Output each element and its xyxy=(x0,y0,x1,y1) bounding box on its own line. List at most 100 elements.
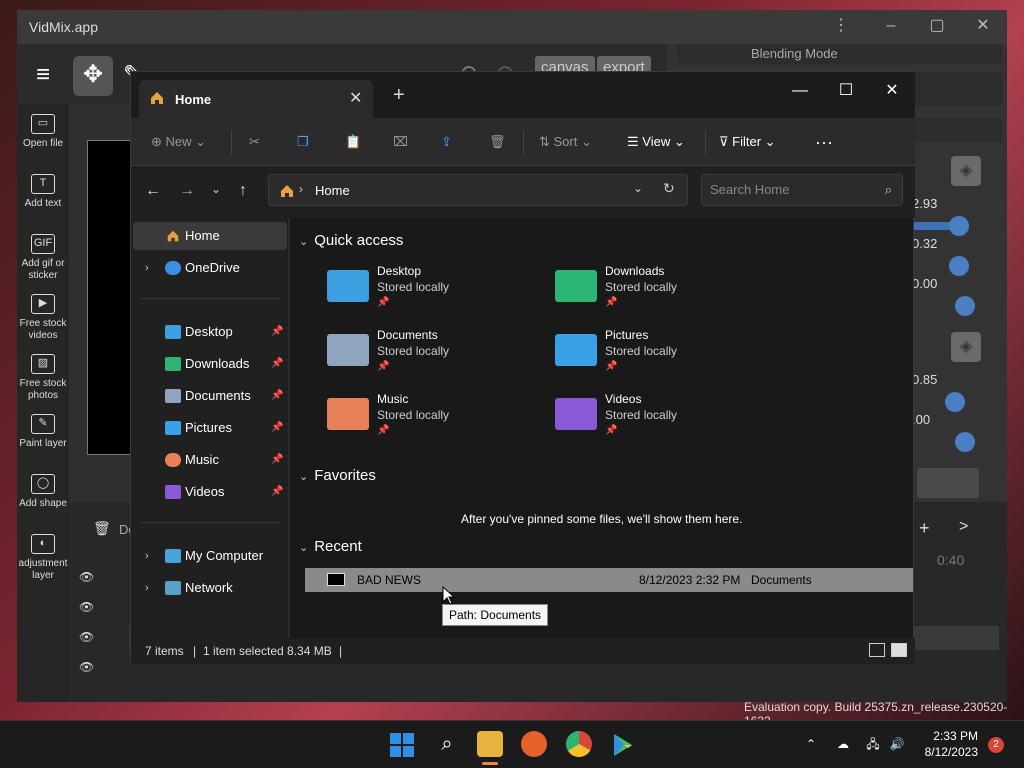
address-bar[interactable]: › Home ⌄ ↻ xyxy=(268,174,688,206)
section-favorites[interactable]: ⌄ Favorites xyxy=(299,467,376,484)
quick-access-pictures[interactable]: Pictures Stored locally 📌 xyxy=(555,328,765,388)
nav-item-desktop[interactable]: Desktop 📌 xyxy=(133,318,287,346)
section-recent[interactable]: ⌄ Recent xyxy=(299,538,362,555)
pin-icon[interactable]: 📌 xyxy=(271,446,283,474)
nav-item-downloads[interactable]: Downloads 📌 xyxy=(133,350,287,378)
maximize-icon[interactable]: ▢ xyxy=(927,16,947,36)
expand-icon[interactable]: › xyxy=(145,574,149,602)
new-button[interactable]: ⊕ New ⌄ xyxy=(151,130,206,154)
pin-icon[interactable]: 📌 xyxy=(271,318,283,346)
paste-icon[interactable]: 📋 xyxy=(345,130,361,154)
minimize-icon[interactable]: — xyxy=(777,76,823,106)
more-options-icon[interactable]: ⋮ xyxy=(831,16,851,36)
maximize-icon[interactable]: ☐ xyxy=(823,76,869,106)
share-icon[interactable]: ⇪ xyxy=(441,130,452,154)
close-icon[interactable]: ✕ xyxy=(869,76,915,106)
new-tab-icon[interactable]: + xyxy=(393,84,405,107)
quick-access-videos[interactable]: Videos Stored locally 📌 xyxy=(555,392,765,452)
nav-item-network[interactable]: › Network xyxy=(133,574,287,602)
clock-time[interactable]: 2:33 PM xyxy=(928,729,978,743)
add-text-button[interactable]: T Add text xyxy=(17,174,69,210)
cut-icon[interactable]: ✂ xyxy=(249,130,260,154)
adjustment-layer-button[interactable]: ◐ adjustment layer xyxy=(17,534,69,582)
volume-icon[interactable]: 🔊 xyxy=(884,731,910,757)
collapse-icon[interactable]: ⌄ xyxy=(299,471,308,483)
back-icon[interactable]: ← xyxy=(145,182,161,200)
chrome-icon[interactable] xyxy=(566,731,592,757)
quick-access-desktop[interactable]: Desktop Stored locally 📌 xyxy=(327,264,537,324)
next-icon[interactable]: > xyxy=(959,518,968,536)
address-dropdown-icon[interactable]: ⌄ xyxy=(633,181,643,195)
forward-icon[interactable]: → xyxy=(179,182,195,200)
pin-icon[interactable]: 📌 xyxy=(271,350,283,378)
recent-file-row[interactable]: BAD NEWS 8/12/2023 2:32 PM Documents xyxy=(305,568,913,592)
copy-icon[interactable]: ❐ xyxy=(297,130,309,154)
google-play-icon[interactable] xyxy=(610,732,636,758)
slider-knob[interactable] xyxy=(949,256,969,276)
up-icon[interactable]: ↑ xyxy=(239,182,247,200)
quick-access-music[interactable]: Music Stored locally 📌 xyxy=(327,392,537,452)
pin-icon[interactable]: 📌 xyxy=(271,382,283,410)
start-icon[interactable] xyxy=(389,732,415,758)
search-icon[interactable]: ⌕ xyxy=(434,731,460,757)
close-tab-icon[interactable]: ✕ xyxy=(349,88,362,108)
panel-button[interactable] xyxy=(917,468,979,498)
delete-icon[interactable]: 🗑 xyxy=(489,130,506,154)
collapse-icon[interactable]: ⌄ xyxy=(299,236,308,248)
slider-knob[interactable] xyxy=(949,216,969,236)
details-view-icon[interactable] xyxy=(869,643,885,657)
tray-overflow-icon[interactable]: ⌃ xyxy=(798,731,824,757)
trash-icon[interactable]: 🗑 xyxy=(93,520,111,537)
keyframe-icon[interactable]: ◈ xyxy=(951,156,981,186)
blending-mode-row[interactable]: Blending Mode xyxy=(677,44,1002,64)
minimize-icon[interactable]: – xyxy=(881,16,901,36)
quick-access-downloads[interactable]: Downloads Stored locally 📌 xyxy=(555,264,765,324)
eye-icon[interactable]: 👁 xyxy=(79,570,94,584)
expand-icon[interactable]: › xyxy=(145,542,149,570)
nav-item-pictures[interactable]: Pictures 📌 xyxy=(133,414,287,442)
onedrive-tray-icon[interactable]: ☁ xyxy=(830,731,856,757)
file-explorer-icon[interactable] xyxy=(477,731,503,757)
open-file-button[interactable]: ▭ Open file xyxy=(17,114,69,150)
tab-home[interactable]: Home ✕ xyxy=(139,80,373,118)
nav-item-music[interactable]: Music 📌 xyxy=(133,446,287,474)
move-tool-icon[interactable]: ✥ xyxy=(73,56,113,96)
search-input[interactable]: Search Home ⌕ xyxy=(701,174,903,206)
stock-photos-button[interactable]: ▨ Free stock photos xyxy=(17,354,69,402)
slider-knob[interactable] xyxy=(945,392,965,412)
add-gif-button[interactable]: GIF Add gif or sticker xyxy=(17,234,69,282)
nav-item-my-computer[interactable]: › My Computer xyxy=(133,542,287,570)
sort-button[interactable]: ⇅ Sort ⌄ xyxy=(539,130,592,154)
stock-videos-button[interactable]: ▶ Free stock videos xyxy=(17,294,69,342)
pin-icon[interactable]: 📌 xyxy=(271,414,283,442)
firefox-icon[interactable] xyxy=(521,731,547,757)
eye-icon[interactable]: 👁 xyxy=(79,660,94,674)
section-quick-access[interactable]: ⌄ Quick access xyxy=(299,232,403,249)
eye-icon[interactable]: 👁 xyxy=(79,630,94,644)
more-options-icon[interactable]: ··· xyxy=(815,130,833,154)
refresh-icon[interactable]: ↻ xyxy=(663,180,675,197)
nav-item-onedrive[interactable]: › OneDrive xyxy=(133,254,287,282)
expand-icon[interactable]: › xyxy=(145,254,149,282)
recent-locations-icon[interactable]: ⌄ xyxy=(211,182,221,196)
slider-knob[interactable] xyxy=(955,432,975,452)
menu-icon[interactable]: ≡ xyxy=(23,56,63,96)
nav-item-videos[interactable]: Videos 📌 xyxy=(133,478,287,506)
search-icon[interactable]: ⌕ xyxy=(885,182,892,198)
quick-access-documents[interactable]: Documents Stored locally 📌 xyxy=(327,328,537,388)
close-icon[interactable]: ✕ xyxy=(973,16,993,36)
view-button[interactable]: ☰ View ⌄ xyxy=(627,130,685,154)
slider-knob[interactable] xyxy=(955,296,975,316)
nav-item-documents[interactable]: Documents 📌 xyxy=(133,382,287,410)
clock-date[interactable]: 8/12/2023 xyxy=(910,745,978,759)
breadcrumb-home[interactable]: Home xyxy=(315,183,350,198)
rename-icon[interactable]: ⌧ xyxy=(393,130,408,154)
add-track-icon[interactable]: + xyxy=(919,518,930,539)
eye-icon[interactable]: 👁 xyxy=(79,600,94,614)
collapse-icon[interactable]: ⌄ xyxy=(299,542,308,554)
pin-icon[interactable]: 📌 xyxy=(271,478,283,506)
tiles-view-icon[interactable] xyxy=(891,643,907,657)
nav-item-home[interactable]: Home xyxy=(133,222,287,250)
filter-button[interactable]: ⊽ Filter ⌄ xyxy=(719,130,776,154)
network-tray-icon[interactable]: 🖧 xyxy=(860,731,886,757)
